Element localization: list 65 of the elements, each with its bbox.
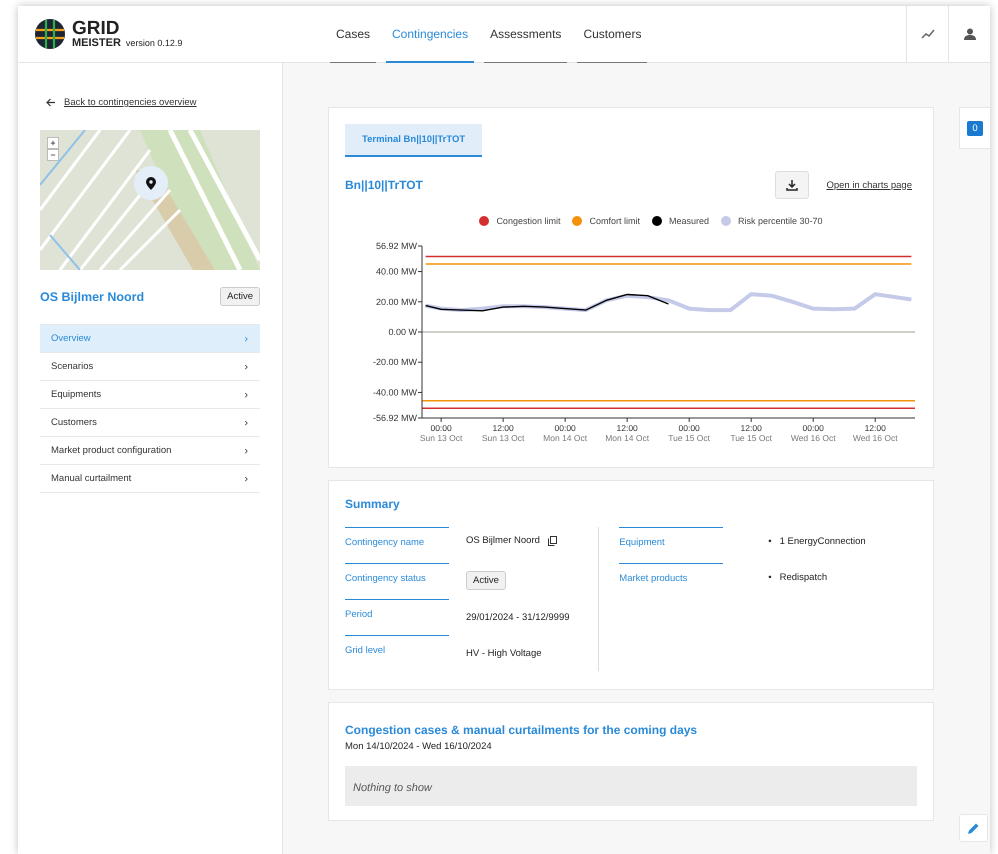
status-badge: Active — [220, 287, 260, 306]
field-label: Contingency status — [345, 563, 449, 599]
back-link[interactable]: Back to contingencies overview — [46, 97, 260, 108]
count-badge: 0 — [967, 120, 983, 136]
empty-message: Nothing to show — [345, 766, 917, 806]
chevron-right-icon: › — [244, 332, 248, 344]
list-item: Redispatch — [780, 572, 828, 583]
chevron-right-icon: › — [244, 472, 248, 484]
x-tick-label: 12:00 Sun 13 Oct — [482, 423, 524, 443]
x-tick-label: 00:00 Wed 16 Oct — [790, 423, 836, 443]
status-badge: Active — [466, 571, 506, 590]
x-tick-label: 12:00 Tue 15 Oct — [730, 423, 772, 443]
field-value: HV - High Voltage — [466, 648, 542, 659]
side-tab[interactable]: 0 — [959, 107, 990, 149]
chevron-right-icon: › — [244, 444, 248, 456]
legend-label: Comfort limit — [589, 216, 640, 226]
bullet-mark: • — [768, 536, 772, 547]
zoom-button[interactable]: − — [47, 149, 59, 161]
y-tick-label: 20.00 MW — [376, 296, 417, 307]
y-tick-label: -20.00 MW — [372, 357, 417, 368]
field-label: Period — [345, 599, 449, 635]
field-value: 29/01/2024 - 31/12/9999 — [466, 612, 570, 623]
x-tick-label: 12:00 Mon 14 Oct — [605, 423, 650, 443]
legend-label: Risk percentile 30-70 — [738, 216, 823, 226]
copy-icon[interactable] — [548, 536, 557, 546]
logo-subtext: MEISTER — [72, 38, 121, 49]
map-pin-icon — [146, 176, 156, 190]
field-value: OS Bijlmer Noord — [466, 535, 540, 546]
chart-title: Bn||10||TrTOT — [345, 178, 424, 192]
x-tick-label: 12:00 Wed 16 Oct — [852, 423, 898, 443]
logo-text: GRID — [72, 19, 120, 38]
x-tick-label: 00:00 Mon 14 Oct — [543, 423, 588, 443]
user-icon — [964, 28, 976, 40]
chevron-right-icon: › — [244, 360, 248, 372]
y-tick-label: -56.92 MW — [372, 413, 417, 423]
y-tick-label: 0.00 W — [388, 327, 417, 337]
edit-button[interactable] — [959, 814, 988, 842]
charts-page-link[interactable]: Open in charts page — [826, 180, 912, 190]
field-label: Market products — [619, 563, 724, 599]
x-tick-label: 00:00 Sun 13 Oct — [420, 423, 462, 443]
field-label: Grid level — [345, 635, 449, 671]
legend-label: Measured — [668, 216, 710, 226]
globe-logo-icon — [34, 18, 66, 50]
zoom-button[interactable]: + — [47, 137, 59, 149]
legend-label: Congestion limit — [496, 216, 560, 226]
download-icon — [786, 179, 798, 191]
x-tick-label: 00:00 Tue 15 Oct — [668, 423, 710, 443]
bullet-mark: • — [768, 572, 772, 583]
download-button[interactable] — [775, 171, 810, 199]
field-label: Contingency name — [345, 527, 449, 563]
summary-title: Summary — [345, 497, 401, 511]
y-tick-label: -40.00 MW — [372, 387, 417, 398]
list-item: 1 EnergyConnection — [780, 536, 866, 547]
arrow-left-icon — [46, 98, 56, 107]
field-label: Equipment — [619, 527, 724, 563]
version-label: version 0.12.9 — [126, 39, 182, 48]
y-tick-label: 40.00 MW — [376, 266, 417, 277]
contingency-title: OS Bijlmer Noord — [40, 290, 144, 304]
pencil-icon — [967, 822, 980, 834]
date-range: Mon 14/10/2024 - Wed 16/10/2024 — [345, 741, 493, 752]
cases-title: Congestion cases & manual curtailments for the coming days — [345, 723, 698, 737]
chevron-right-icon: › — [244, 416, 248, 428]
y-tick-label: 56.92 MW — [376, 241, 417, 251]
trend-line-icon — [920, 29, 934, 39]
chevron-right-icon: › — [244, 388, 248, 400]
